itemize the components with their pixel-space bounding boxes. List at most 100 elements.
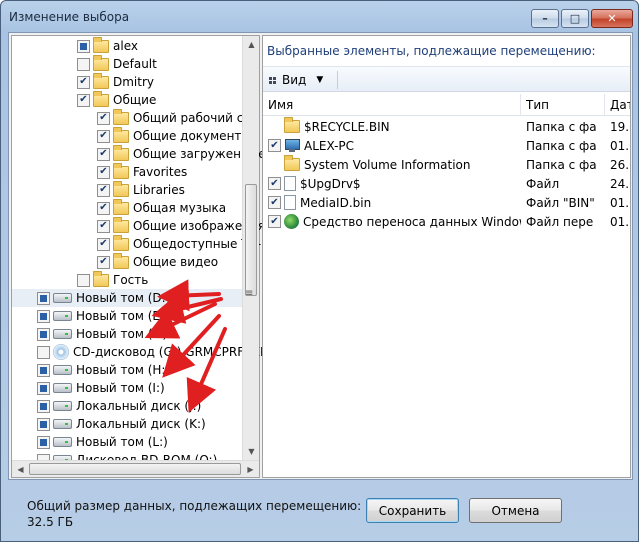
- tree-item-label: Локальный диск (K:): [76, 417, 206, 431]
- tree-item-checkbox[interactable]: ✔: [97, 147, 110, 161]
- file-date: 01.0: [610, 195, 630, 210]
- column-type[interactable]: Тип: [521, 94, 605, 116]
- tree-item-checkbox[interactable]: [37, 363, 50, 377]
- tree-item-checkbox[interactable]: [37, 291, 50, 305]
- scroll-down-icon[interactable]: ▼: [243, 443, 260, 460]
- file-checkbox[interactable]: ✔: [268, 139, 281, 152]
- cancel-button[interactable]: Отмена: [469, 498, 562, 523]
- file-name-cell: ✔ MediaID.bin: [268, 193, 521, 212]
- file-row[interactable]: ✔ MediaID.bin Файл "BIN" 01.0: [263, 193, 630, 212]
- close-button[interactable]: ✕: [591, 9, 633, 28]
- splitter-grip[interactable]: ≡: [245, 288, 253, 299]
- tree-item[interactable]: ✔ Общие изображения: [12, 216, 265, 235]
- tree-item-checkbox[interactable]: [77, 273, 90, 287]
- tree-item[interactable]: ✔ Общие загруженные: [12, 144, 266, 163]
- file-row[interactable]: ✔ ALEX-PC Папка с фа 01.0: [263, 136, 630, 155]
- scrollbar-thumb[interactable]: [245, 184, 257, 296]
- folder-tree[interactable]: alex Default ✔ Dmitry ✔ Общие ✔ Общий рабочий с…: [11, 35, 268, 478]
- tree-item-checkbox[interactable]: ✔: [97, 201, 110, 215]
- tree-item-checkbox[interactable]: [37, 435, 50, 449]
- tree-item-checkbox[interactable]: [37, 309, 50, 323]
- view-menu-button[interactable]: Вид ▼: [269, 71, 323, 89]
- tree-item-checkbox[interactable]: ✔: [77, 93, 90, 107]
- tree-item[interactable]: alex: [12, 36, 242, 55]
- tree-item[interactable]: Новый том (D:): [12, 289, 252, 307]
- folder-icon: [113, 234, 129, 251]
- file-row[interactable]: $RECYCLE.BIN Папка с фа 19.0: [263, 117, 630, 136]
- tree-item-label: Общая музыка: [133, 201, 227, 215]
- file-row[interactable]: ✔ Средство переноса данных Windows ... Фай…: [263, 212, 630, 231]
- tree-item-label: Общие видео: [133, 255, 219, 269]
- tree-item[interactable]: Default: [12, 54, 242, 73]
- view-label: Вид: [282, 73, 307, 87]
- tree-item[interactable]: ✔ Общая музыка: [12, 198, 242, 217]
- tree-item-checkbox[interactable]: ✔: [97, 255, 110, 269]
- scroll-right-icon[interactable]: ▶: [242, 461, 259, 478]
- tree-item[interactable]: ✔ Общие видео: [12, 252, 242, 271]
- tree-item-checkbox[interactable]: ✔: [97, 129, 110, 143]
- tree-item-label: Гость: [113, 273, 149, 287]
- tree-item[interactable]: Новый том (L:): [12, 433, 242, 451]
- folder-icon: [113, 216, 129, 233]
- tree-item[interactable]: Новый том (E:): [12, 307, 242, 325]
- user-folder-icon: [93, 36, 109, 53]
- tree-item[interactable]: ✔ Общие: [12, 90, 242, 109]
- tree-item-checkbox[interactable]: [77, 57, 90, 71]
- tree-item-label: Общие документы: [133, 129, 251, 143]
- cd-drive-icon: [53, 344, 69, 360]
- column-name[interactable]: Имя: [263, 94, 521, 116]
- file-checkbox[interactable]: ✔: [268, 215, 281, 228]
- tree-item-checkbox[interactable]: [37, 417, 50, 431]
- tree-item-label: Новый том (E:): [76, 309, 169, 323]
- file-row[interactable]: ✔ $UpgDrv$ Файл 24.0: [263, 174, 630, 193]
- tree-item-checkbox[interactable]: [37, 381, 50, 395]
- column-date[interactable]: Дата: [605, 94, 630, 116]
- tree-item-checkbox[interactable]: ✔: [97, 183, 110, 197]
- scroll-left-icon[interactable]: ◀: [12, 461, 29, 478]
- file-checkbox[interactable]: ✔: [268, 177, 281, 190]
- tree-item[interactable]: ✔ Libraries: [12, 180, 242, 199]
- tree-item-label: Dmitry: [113, 75, 155, 89]
- dialog-body: alex Default ✔ Dmitry ✔ Общие ✔ Общий рабочий с…: [8, 32, 633, 480]
- title-bar[interactable]: Изменение выбора – □ ✕: [1, 1, 638, 33]
- folder-icon: [113, 162, 129, 179]
- tree-item[interactable]: ✔ Favorites: [12, 162, 242, 181]
- tree-item-checkbox[interactable]: ✔: [97, 237, 110, 251]
- scrollbar-thumb[interactable]: [29, 463, 241, 475]
- tree-item-checkbox[interactable]: ✔: [97, 111, 110, 125]
- tree-item-checkbox[interactable]: ✔: [77, 75, 90, 89]
- tree-item-checkbox[interactable]: ✔: [97, 219, 110, 233]
- horizontal-scrollbar[interactable]: ◀ ▶: [12, 460, 259, 477]
- tree-item-checkbox[interactable]: [37, 345, 50, 359]
- migration-icon: [284, 214, 299, 229]
- tree-item-checkbox[interactable]: ✔: [97, 165, 110, 179]
- tree-item-checkbox[interactable]: [37, 399, 50, 413]
- tree-item[interactable]: ✔ Dmitry: [12, 72, 242, 91]
- tree-item[interactable]: Локальный диск (J:): [12, 397, 242, 415]
- tree-item[interactable]: Локальный диск (K:): [12, 415, 242, 433]
- file-checkbox[interactable]: ✔: [268, 196, 281, 209]
- maximize-button[interactable]: □: [561, 9, 589, 28]
- tree-item-label: Favorites: [133, 165, 188, 179]
- tree-item[interactable]: Новый том (I:): [12, 379, 242, 397]
- tree-item[interactable]: ✔ Общедоступные ТВ-: [12, 234, 261, 253]
- tree-item-label: Общий рабочий сто: [133, 111, 258, 125]
- tree-item-checkbox[interactable]: [77, 39, 90, 53]
- minimize-button[interactable]: –: [531, 9, 559, 28]
- folder-icon: [284, 117, 300, 133]
- file-row[interactable]: System Volume Information Папка с фа 26.0: [263, 155, 630, 174]
- file-type: Файл пере: [526, 214, 594, 229]
- file-type: Файл: [526, 176, 560, 191]
- tree-item[interactable]: CD-дисковод (G:) GRMCPRFRER: [12, 343, 268, 361]
- tree-item[interactable]: Новый том (F:): [12, 325, 242, 343]
- tree-item[interactable]: ✔ Общие документы: [12, 126, 251, 145]
- scroll-up-icon[interactable]: ▲: [243, 36, 260, 53]
- tree-item-label: Libraries: [133, 183, 185, 197]
- tree-item[interactable]: Гость: [12, 270, 242, 289]
- vertical-scrollbar[interactable]: ▲ ▼: [242, 36, 259, 460]
- tree-item[interactable]: ✔ Общий рабочий сто: [12, 108, 258, 127]
- file-date: 01.0: [610, 214, 630, 229]
- tree-item[interactable]: Новый том (H:): [12, 361, 242, 379]
- tree-item-checkbox[interactable]: [37, 327, 50, 341]
- save-button[interactable]: Сохранить: [366, 498, 459, 523]
